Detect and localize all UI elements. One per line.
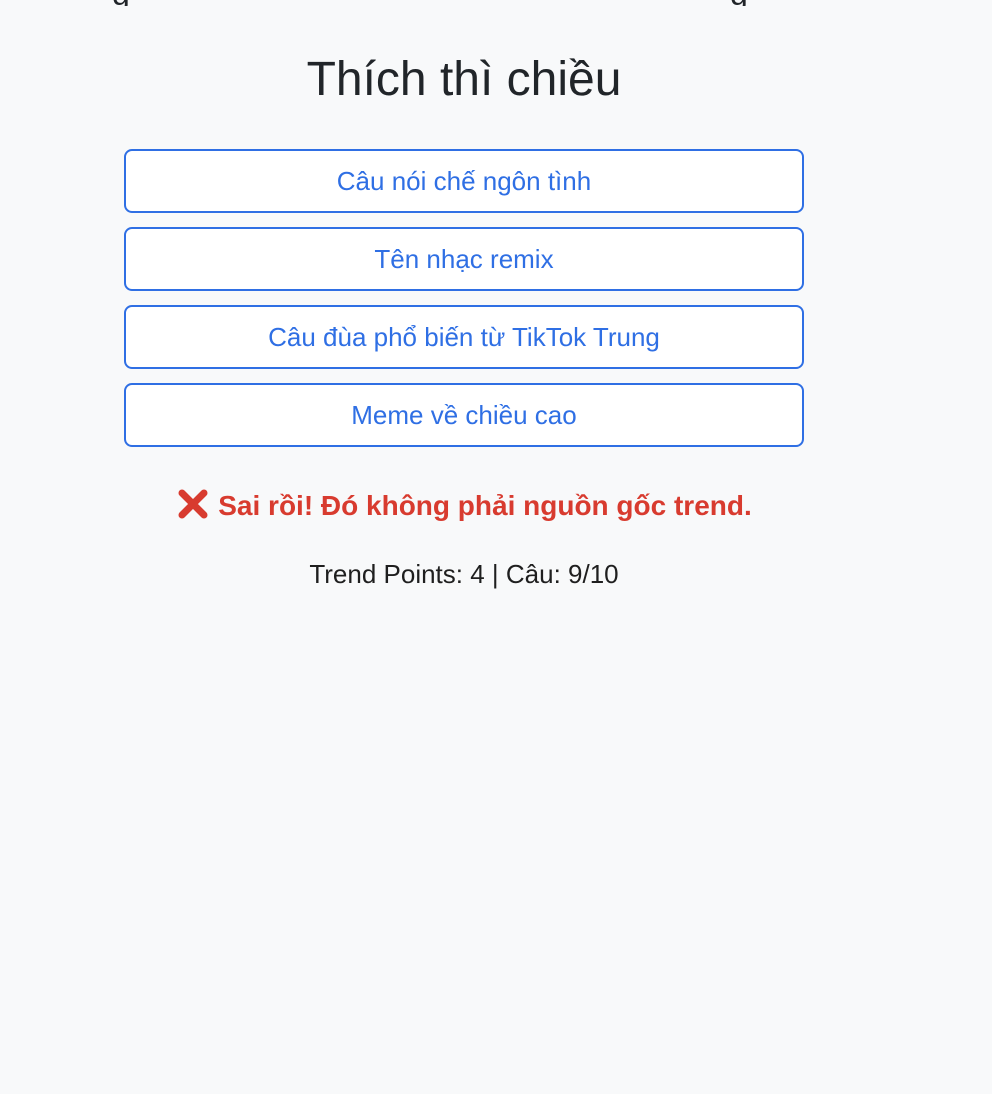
cutoff-glyph-left: g (112, 0, 130, 6)
cross-mark-icon (176, 487, 210, 521)
previous-heading-cutoff: g g (0, 0, 992, 6)
answer-feedback: Sai rồi! Đó không phải nguồn gốc trend. (124, 486, 804, 526)
answer-option-3[interactable]: Câu đùa phổ biến từ TikTok Trung (124, 305, 804, 369)
answer-options: Câu nói chế ngôn tình Tên nhạc remix Câu… (124, 149, 804, 461)
feedback-text: Sai rồi! Đó không phải nguồn gốc trend. (218, 490, 752, 521)
answer-option-1[interactable]: Câu nói chế ngôn tình (124, 149, 804, 213)
score-status: Trend Points: 4 | Câu: 9/10 (309, 559, 619, 589)
answer-option-4[interactable]: Meme về chiều cao (124, 383, 804, 447)
answer-option-2[interactable]: Tên nhạc remix (124, 227, 804, 291)
question-title: Thích thì chiều (306, 53, 622, 106)
cutoff-glyph-right: g (730, 0, 748, 6)
